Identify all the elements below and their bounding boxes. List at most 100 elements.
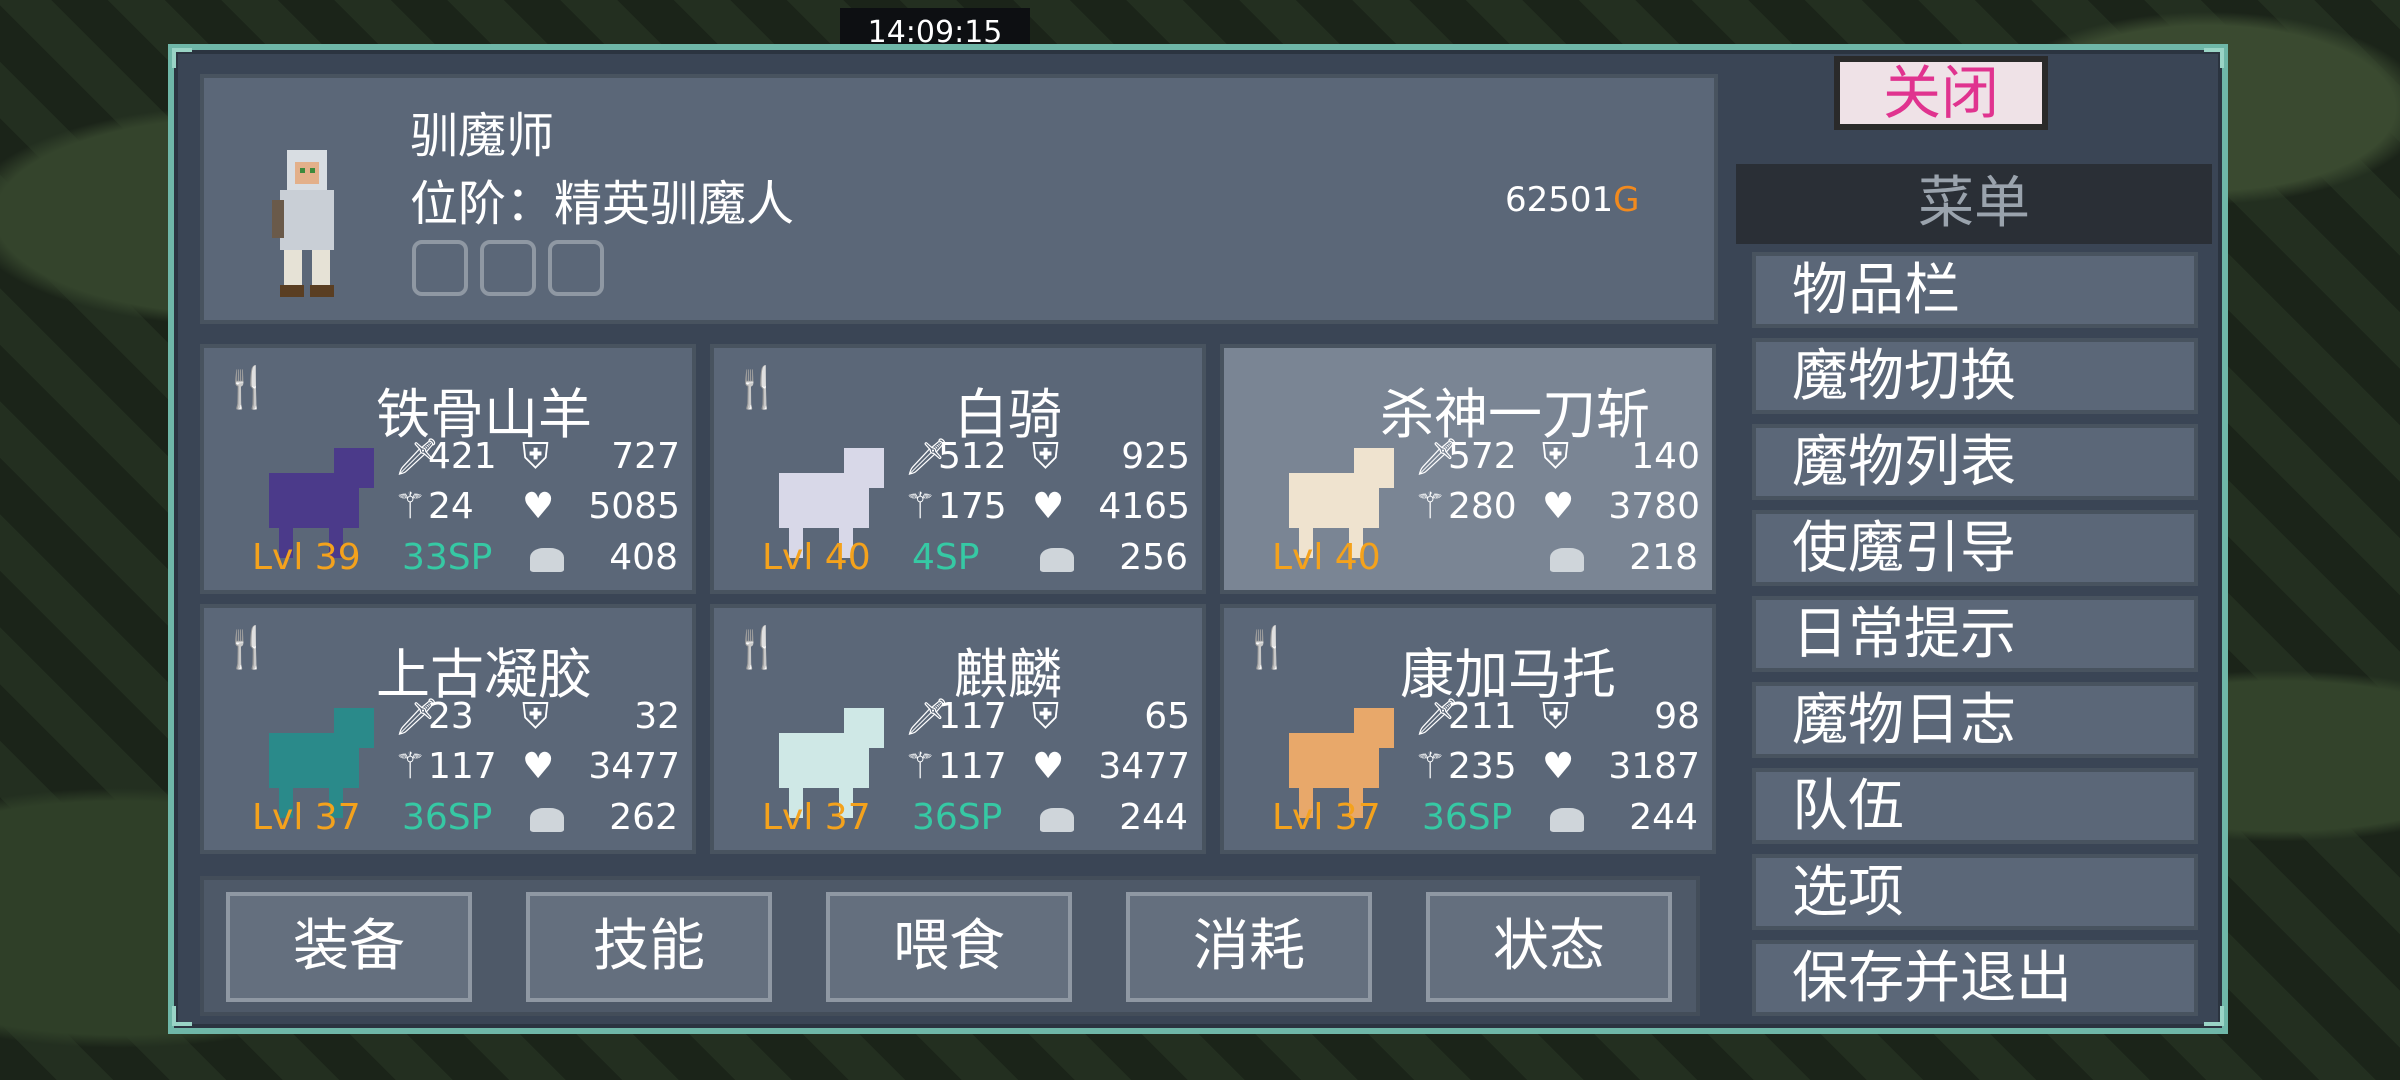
hp-value: 5085 [588, 486, 680, 527]
level-label: Lvl 37 [1272, 797, 1381, 838]
wand-icon: ⚚ [904, 486, 937, 527]
menu-item-save-quit[interactable]: 保存并退出 [1752, 940, 2198, 1016]
skull-slot-icon[interactable] [548, 240, 604, 296]
relic-slot-icon[interactable] [412, 240, 468, 296]
level-label: Lvl 37 [762, 797, 871, 838]
feed-button[interactable]: 喂食 [826, 892, 1072, 1002]
level-label: Lvl 37 [252, 797, 361, 838]
heart-icon: ♥ [522, 746, 555, 787]
food-bowl-icon [530, 548, 564, 572]
fork-icon: 🍴 [222, 365, 272, 411]
shield-icon: ⛨ [522, 436, 550, 477]
fork-icon: 🍴 [222, 625, 272, 671]
frame-corner [2204, 48, 2224, 68]
close-button[interactable]: 关闭 [1834, 56, 2048, 130]
shield-icon: ⛨ [522, 696, 550, 737]
shield-icon: ⛨ [1542, 696, 1570, 737]
attack-value: 211 [1448, 696, 1517, 737]
level-label: Lvl 40 [1272, 537, 1381, 578]
monster-stats: 🗡 572 ⛨ 140 ⚚ 280 ♥ 3780 [1414, 436, 1714, 536]
menu-item-party[interactable]: 队伍 [1752, 768, 2198, 844]
attack-value: 572 [1448, 436, 1517, 477]
hp-value: 3477 [1098, 746, 1190, 787]
sp-label: 36SP [912, 797, 1003, 838]
player-sprite [272, 150, 334, 297]
heart-icon: ♥ [522, 486, 555, 527]
heart-icon: ♥ [1542, 746, 1575, 787]
food-value: 262 [609, 797, 678, 838]
monster-stats: 🗡 117 ⛨ 65 ⚚ 117 ♥ 3477 [904, 696, 1204, 796]
magic-value: 24 [428, 486, 474, 527]
monster-card[interactable]: 🍴 康加马托 🗡 211 ⛨ 98 ⚚ 235 ♥ 3187 Lvl 37 36SP 244 [1220, 604, 1716, 854]
player-class-name: 驯魔师 [410, 108, 555, 164]
sp-label: 36SP [1422, 797, 1513, 838]
menu-item-options[interactable]: 选项 [1752, 854, 2198, 930]
food-bowl-icon [530, 808, 564, 832]
skills-button[interactable]: 技能 [526, 892, 772, 1002]
monster-card[interactable]: 🍴 白骑 🗡 512 ⛨ 925 ⚚ 175 ♥ 4165 Lvl 40 4SP 256 [710, 344, 1206, 594]
fork-icon: 🍴 [732, 625, 782, 671]
level-label: Lvl 39 [252, 537, 361, 578]
shield-icon: ⛨ [1032, 436, 1060, 477]
attack-value: 117 [938, 696, 1007, 737]
menu-item-familiar-guide[interactable]: 使魔引导 [1752, 510, 2198, 586]
defense-value: 140 [1631, 436, 1700, 477]
gold-unit: G [1613, 180, 1640, 220]
sp-label: 36SP [402, 797, 493, 838]
wand-icon: ⚚ [1414, 746, 1447, 787]
attack-value: 512 [938, 436, 1007, 477]
consume-button[interactable]: 消耗 [1126, 892, 1372, 1002]
monster-card[interactable]: 🍴 麒麟 🗡 117 ⛨ 65 ⚚ 117 ♥ 3477 Lvl 37 36SP 244 [710, 604, 1206, 854]
gold-amount: 62501G [1505, 180, 1640, 220]
food-bowl-icon [1040, 548, 1074, 572]
equip-button[interactable]: 装备 [226, 892, 472, 1002]
wand-icon: ⚚ [904, 746, 937, 787]
food-bowl-icon [1550, 808, 1584, 832]
defense-value: 727 [611, 436, 680, 477]
level-label: Lvl 40 [762, 537, 871, 578]
wand-icon: ⚚ [1414, 486, 1447, 527]
menu-title: 菜单 [1736, 164, 2212, 244]
monster-stats: 🗡 512 ⛨ 925 ⚚ 175 ♥ 4165 [904, 436, 1204, 536]
hp-value: 3477 [588, 746, 680, 787]
hp-value: 4165 [1098, 486, 1190, 527]
status-button[interactable]: 状态 [1426, 892, 1672, 1002]
defense-value: 32 [634, 696, 680, 737]
fork-icon: 🍴 [732, 365, 782, 411]
magic-value: 175 [938, 486, 1007, 527]
monster-stats: 🗡 211 ⛨ 98 ⚚ 235 ♥ 3187 [1414, 696, 1714, 796]
relic-badges [412, 240, 604, 296]
attack-value: 421 [428, 436, 497, 477]
defense-value: 925 [1121, 436, 1190, 477]
food-bowl-icon [1040, 808, 1074, 832]
menu-item-monster-journal[interactable]: 魔物日志 [1752, 682, 2198, 758]
monster-card[interactable]: 🍴 上古凝胶 🗡 23 ⛨ 32 ⚚ 117 ♥ 3477 Lvl 37 36SP 262 [200, 604, 696, 854]
menu-item-switch-monster[interactable]: 魔物切换 [1752, 338, 2198, 414]
heart-icon: ♥ [1032, 486, 1065, 527]
food-value: 218 [1629, 537, 1698, 578]
monster-stats: 🗡 421 ⛨ 727 ⚚ 24 ♥ 5085 [394, 436, 694, 536]
food-value: 408 [609, 537, 678, 578]
monster-card[interactable]: 🍴 铁骨山羊 🗡 421 ⛨ 727 ⚚ 24 ♥ 5085 Lvl 39 33SP 408 [200, 344, 696, 594]
armor-slot-icon[interactable] [480, 240, 536, 296]
menu-item-inventory[interactable]: 物品栏 [1752, 252, 2198, 328]
sp-label: 4SP [912, 537, 980, 578]
attack-value: 23 [428, 696, 474, 737]
magic-value: 235 [1448, 746, 1517, 787]
magic-value: 117 [428, 746, 497, 787]
food-bowl-icon [1550, 548, 1584, 572]
food-value: 244 [1119, 797, 1188, 838]
menu-item-monster-list[interactable]: 魔物列表 [1752, 424, 2198, 500]
monster-stats: 🗡 23 ⛨ 32 ⚚ 117 ♥ 3477 [394, 696, 694, 796]
defense-value: 98 [1654, 696, 1700, 737]
player-rank: 位阶：精英驯魔人 [410, 176, 795, 232]
magic-value: 280 [1448, 486, 1517, 527]
shield-icon: ⛨ [1032, 696, 1060, 737]
heart-icon: ♥ [1032, 746, 1065, 787]
magic-value: 117 [938, 746, 1007, 787]
wand-icon: ⚚ [394, 746, 427, 787]
frame-corner [172, 48, 192, 68]
menu-item-daily-tips[interactable]: 日常提示 [1752, 596, 2198, 672]
monster-card[interactable]: 杀神一刀斩 🗡 572 ⛨ 140 ⚚ 280 ♥ 3780 Lvl 40 218 [1220, 344, 1716, 594]
hp-value: 3780 [1608, 486, 1700, 527]
